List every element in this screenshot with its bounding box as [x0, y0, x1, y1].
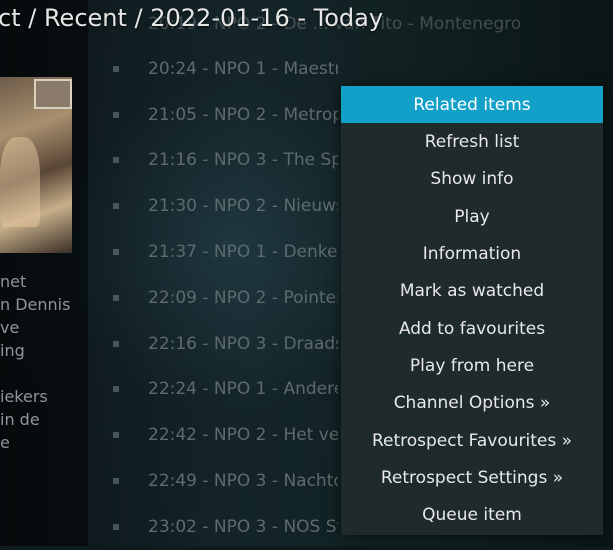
bullet-icon	[113, 111, 119, 118]
menu-item-play-from-here[interactable]: Play from here	[341, 347, 603, 384]
context-menu: Related items Refresh list Show info Pla…	[341, 86, 603, 535]
list-item-label: 22:24 - NPO 1 - Andere	[148, 379, 338, 400]
menu-item-related-items[interactable]: Related items	[341, 86, 603, 124]
bullet-icon	[113, 523, 119, 530]
bullet-icon	[113, 294, 119, 301]
person-figure	[0, 137, 40, 227]
bullet-icon	[113, 203, 119, 210]
bullet-icon	[113, 432, 119, 439]
list-item-label: 22:49 - NPO 3 - Nachtdienst	[148, 471, 338, 492]
bullet-icon	[113, 65, 119, 72]
menu-item-retrospect-settings[interactable]: Retrospect Settings »	[341, 459, 603, 496]
menu-item-queue-item[interactable]: Queue item	[341, 497, 603, 534]
menu-item-add-to-favourites[interactable]: Add to favourites	[341, 310, 603, 347]
description-line	[0, 362, 80, 385]
description-line: ve	[0, 318, 20, 337]
bullet-icon	[113, 340, 119, 347]
menu-item-retrospect-favourites[interactable]: Retrospect Favourites »	[341, 422, 603, 459]
description-line: ing	[0, 341, 25, 360]
picture-frame	[34, 79, 72, 109]
description-line: net	[0, 272, 27, 291]
breadcrumb: ct / Recent / 2022-01-16 - Today	[0, 4, 384, 32]
description-line: e	[0, 433, 10, 452]
bullet-icon	[113, 249, 119, 256]
menu-item-play[interactable]: Play	[341, 198, 603, 235]
list-item[interactable]: 20:24 - NPO 1 - Maestro	[110, 46, 613, 92]
menu-item-channel-options[interactable]: Channel Options »	[341, 385, 603, 422]
list-item-label: 21:37 - NPO 1 - Denken	[148, 242, 338, 263]
bullet-icon	[113, 157, 119, 164]
list-item-label: 22:42 - NPO 2 - Het verhaal	[148, 425, 338, 446]
bullet-icon	[113, 478, 119, 485]
description-line: in de	[0, 410, 40, 429]
menu-item-refresh-list[interactable]: Refresh list	[341, 123, 603, 160]
list-item-label: 23:02 - NPO 3 - NOS Studio	[148, 516, 338, 537]
bullet-icon	[113, 386, 119, 393]
description-line: iekers	[0, 387, 48, 406]
description-text: net n Dennis ve ing iekers in de e	[0, 270, 80, 454]
list-item-label: 22:09 - NPO 2 - Pointer	[148, 287, 338, 308]
menu-item-show-info[interactable]: Show info	[341, 161, 603, 198]
list-item-label: 21:16 - NPO 3 - The Speci	[148, 150, 338, 171]
list-item-label: 20:24 - NPO 1 - Maestro	[148, 58, 338, 79]
list-item-label: 22:16 - NPO 3 - Draadstaal	[148, 333, 338, 354]
thumbnail-image	[0, 77, 72, 253]
menu-item-information[interactable]: Information	[341, 235, 603, 272]
list-item-label: 21:30 - NPO 2 - Nieuwsuur	[148, 196, 338, 217]
description-line: n Dennis	[0, 295, 71, 314]
list-item-label: 21:05 - NPO 2 - Metropolis	[148, 104, 338, 125]
menu-item-mark-as-watched[interactable]: Mark as watched	[341, 273, 603, 310]
